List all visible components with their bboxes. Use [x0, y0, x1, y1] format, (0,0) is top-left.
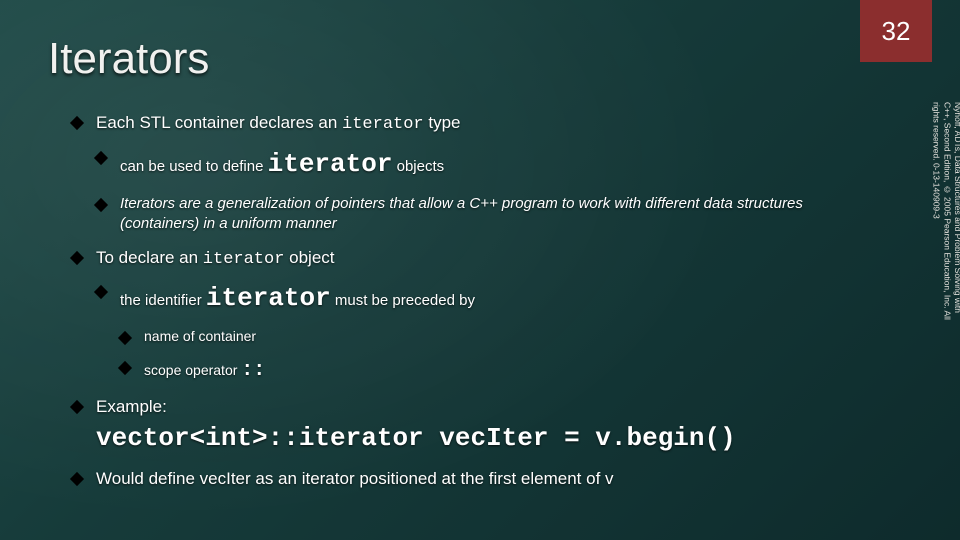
bullet-list-level2: the identifier iterator must be preceded…: [96, 281, 840, 384]
bullet-list-level1: Each STL container declares an iterator …: [72, 112, 840, 491]
bullet-stl-container: Each STL container declares an iterator …: [72, 112, 840, 235]
bullet-identifier-preceded: the identifier iterator must be preceded…: [96, 281, 840, 384]
example-label: Example:: [96, 397, 167, 416]
example-code: vector<int>::iterator vecIter = v.begin(…: [96, 421, 840, 456]
text-fragment: can be used to define: [120, 158, 268, 175]
slide-title: Iterators: [48, 34, 209, 84]
code-scope-op: ::: [241, 359, 265, 382]
bullet-would-define: Would define vecIter as an iterator posi…: [72, 468, 840, 491]
text-fragment: must be preceded by: [331, 292, 475, 309]
text-fragment: scope operator: [144, 362, 241, 378]
slide-content: Each STL container declares an iterator …: [72, 112, 840, 516]
bullet-generalization: Iterators are a generalization of pointe…: [96, 194, 840, 235]
text-fragment: the identifier: [120, 292, 206, 309]
bullet-declare-iterator: To declare an iterator object the identi…: [72, 247, 840, 385]
text-fragment: To declare an: [96, 248, 203, 267]
page-number: 32: [882, 16, 911, 47]
copyright-sidebar: Nyhoff, ADTs, Data Structures and Proble…: [934, 102, 960, 512]
text-fragment: objects: [392, 158, 444, 175]
code-iterator-big: iterator: [206, 283, 331, 313]
bullet-example: Example: vector<int>::iterator vecIter =…: [72, 396, 840, 456]
copyright-text: Nyhoff, ADTs, Data Structures and Proble…: [931, 102, 960, 320]
page-number-badge: 32: [860, 0, 932, 62]
bullet-define-objects: can be used to define iterator objects: [96, 147, 840, 182]
text-fragment: type: [424, 113, 461, 132]
code-iterator: iterator: [203, 250, 285, 269]
text-fragment: object: [284, 248, 334, 267]
bullet-list-level2: can be used to define iterator objects I…: [96, 147, 840, 235]
bullet-list-level3: name of container scope operator ::: [120, 327, 840, 385]
text-fragment: Each STL container declares an: [96, 113, 342, 132]
code-iterator-big: iterator: [268, 149, 393, 179]
bullet-name-container: name of container: [120, 327, 840, 346]
bullet-scope-operator: scope operator ::: [120, 357, 840, 384]
code-iterator: iterator: [342, 115, 424, 134]
